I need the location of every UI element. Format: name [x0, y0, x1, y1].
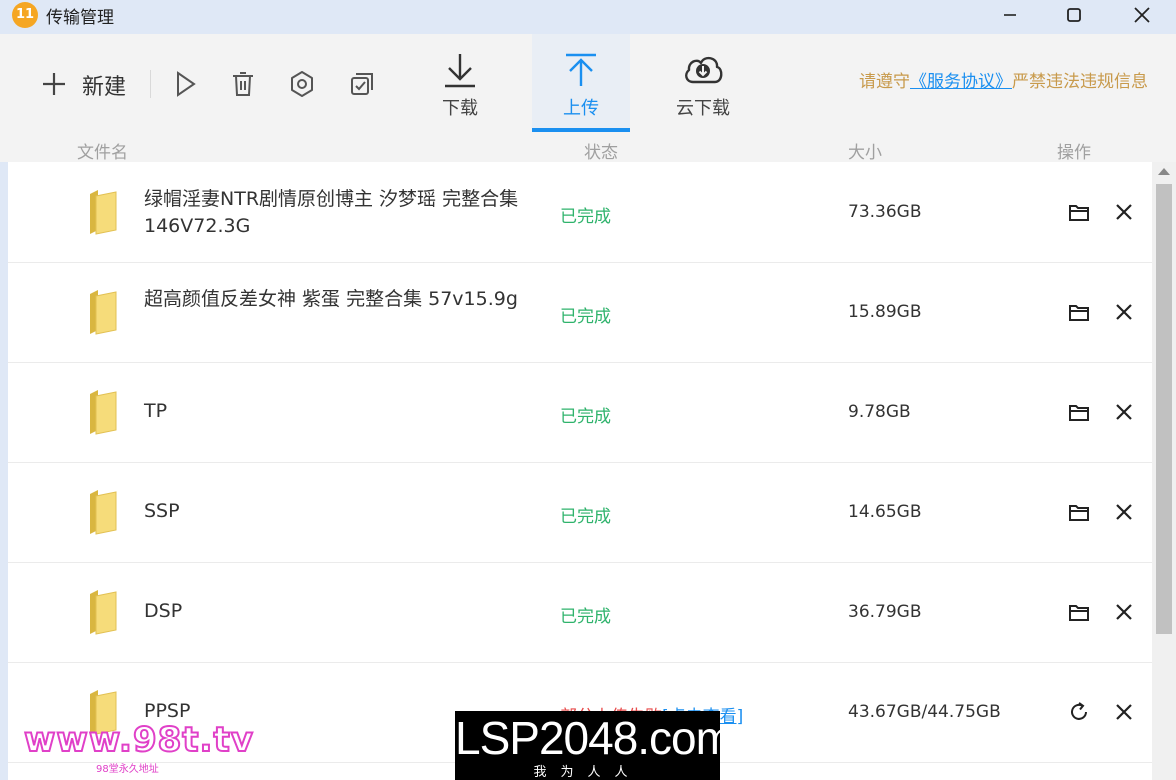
file-name: SSP — [144, 500, 180, 522]
open-folder-button[interactable] — [1066, 399, 1092, 425]
select-all-button[interactable] — [346, 68, 378, 100]
multi-select-icon — [351, 73, 373, 95]
close-icon — [1116, 304, 1132, 320]
close-icon — [1116, 504, 1132, 520]
watermark-center: LSP2048.com 我为人人 — [455, 711, 734, 780]
maximize-icon — [1067, 8, 1081, 22]
file-size: 73.36GB — [848, 202, 922, 222]
folder-icon — [90, 290, 117, 335]
remove-button[interactable] — [1111, 599, 1137, 625]
close-icon — [1116, 604, 1132, 620]
tab-upload[interactable]: 上传 — [532, 34, 630, 132]
folder-icon — [90, 490, 117, 535]
settings-button[interactable] — [286, 68, 318, 100]
open-folder-icon — [1069, 205, 1089, 221]
status-text: 已完成 — [560, 207, 611, 227]
service-agreement-link[interactable]: 《服务协议》 — [910, 72, 1012, 92]
gear-icon — [291, 71, 313, 97]
open-folder-icon — [1069, 305, 1089, 321]
table-row[interactable]: SSP 已完成 14.65GB — [8, 462, 1152, 563]
file-size: 14.65GB — [848, 502, 922, 522]
file-size: 36.79GB — [848, 602, 922, 622]
service-notice: 请遵守《服务协议》严禁违法违规信息 — [859, 67, 1148, 92]
status-text: 已完成 — [560, 407, 611, 427]
maximize-button[interactable] — [1050, 0, 1098, 30]
close-window-button[interactable] — [1118, 0, 1166, 30]
toolbar: 新建 下载 上传 云下载 请遵守《服务协议》严禁违法违规信息 — [0, 34, 1176, 132]
transfer-list: 绿帽淫妻NTR剧情原创博主 汐梦瑶 完整合集 146V72.3G 已完成 73.… — [8, 162, 1152, 780]
cloud-download-icon — [685, 56, 723, 84]
open-folder-button[interactable] — [1066, 299, 1092, 325]
retry-icon — [1071, 702, 1087, 720]
notice-prefix: 请遵守 — [859, 72, 910, 92]
table-row[interactable]: DSP 已完成 36.79GB — [8, 562, 1152, 663]
remove-button[interactable] — [1111, 199, 1137, 225]
file-size: 15.89GB — [848, 302, 922, 322]
start-button[interactable] — [170, 68, 200, 100]
column-size: 大小 — [848, 143, 882, 163]
table-row[interactable]: 超高颜值反差女神 紫蛋 完整合集 57v15.9g 已完成 15.89GB — [8, 262, 1152, 363]
tab-download-label: 下载 — [442, 98, 478, 119]
open-folder-button[interactable] — [1066, 199, 1092, 225]
trash-icon — [233, 72, 253, 96]
status-text: 已完成 — [560, 607, 611, 627]
notice-suffix: 严禁违法违规信息 — [1012, 72, 1148, 92]
window-title: 传输管理 — [46, 8, 114, 28]
plus-icon — [43, 73, 65, 95]
tab-cloud-download[interactable]: 云下载 — [654, 34, 752, 132]
upload-icon — [566, 53, 596, 86]
file-name: 绿帽淫妻NTR剧情原创博主 汐梦瑶 完整合集 146V72.3G — [144, 188, 519, 237]
new-task-button[interactable] — [38, 68, 70, 100]
open-folder-icon — [1069, 405, 1089, 421]
play-icon — [177, 71, 196, 97]
file-size: 43.67GB/44.75GB — [848, 702, 1001, 722]
close-icon — [1116, 704, 1132, 720]
scroll-thumb[interactable] — [1156, 184, 1172, 634]
new-task-label[interactable]: 新建 — [82, 69, 126, 101]
status-text: 已完成 — [560, 307, 611, 327]
file-name: DSP — [144, 600, 183, 622]
column-header: 文件名 状态 大小 操作 — [0, 132, 1176, 163]
watermark-center-text: LSP2048.com — [455, 712, 734, 764]
remove-button[interactable] — [1111, 499, 1137, 525]
close-icon — [1134, 7, 1150, 23]
download-icon — [445, 54, 475, 88]
open-folder-icon — [1069, 505, 1089, 521]
watermark-center-sub: 我为人人 — [533, 765, 642, 780]
tab-upload-label: 上传 — [563, 98, 599, 119]
folder-icon — [90, 590, 117, 635]
column-action: 操作 — [1057, 143, 1091, 163]
minimize-icon — [1004, 14, 1016, 16]
delete-button[interactable] — [228, 68, 258, 100]
status-text: 已完成 — [560, 507, 611, 527]
scrollbar[interactable] — [1152, 162, 1176, 780]
close-icon — [1116, 404, 1132, 420]
tab-download[interactable]: 下载 — [411, 34, 509, 132]
open-folder-button[interactable] — [1066, 499, 1092, 525]
table-row[interactable]: 绿帽淫妻NTR剧情原创博主 汐梦瑶 完整合集 146V72.3G 已完成 73.… — [8, 162, 1152, 263]
open-folder-icon — [1069, 605, 1089, 621]
minimize-button[interactable] — [986, 0, 1034, 30]
remove-button[interactable] — [1111, 299, 1137, 325]
scroll-up-icon[interactable] — [1158, 168, 1170, 175]
folder-icon — [90, 190, 117, 235]
column-filename: 文件名 — [77, 143, 128, 163]
remove-button[interactable] — [1111, 399, 1137, 425]
file-size: 9.78GB — [848, 402, 911, 422]
toolbar-divider — [150, 70, 151, 98]
close-icon — [1116, 204, 1132, 220]
table-row[interactable]: TP 已完成 9.78GB — [8, 362, 1152, 463]
open-folder-button[interactable] — [1066, 599, 1092, 625]
file-name: 超高颜值反差女神 紫蛋 完整合集 57v15.9g — [144, 288, 518, 310]
remove-button[interactable] — [1111, 699, 1137, 725]
folder-icon — [90, 390, 117, 435]
file-name: TP — [144, 400, 168, 422]
watermark-left-sub: 98堂永久地址 — [96, 764, 159, 775]
app-logo-icon: 11 — [12, 2, 38, 28]
title-bar: 11 传输管理 — [0, 0, 1176, 34]
tab-cloud-download-label: 云下载 — [676, 98, 730, 119]
column-status: 状态 — [584, 143, 618, 163]
retry-button[interactable] — [1066, 699, 1092, 725]
watermark-left: www.98t.tv — [23, 719, 254, 761]
